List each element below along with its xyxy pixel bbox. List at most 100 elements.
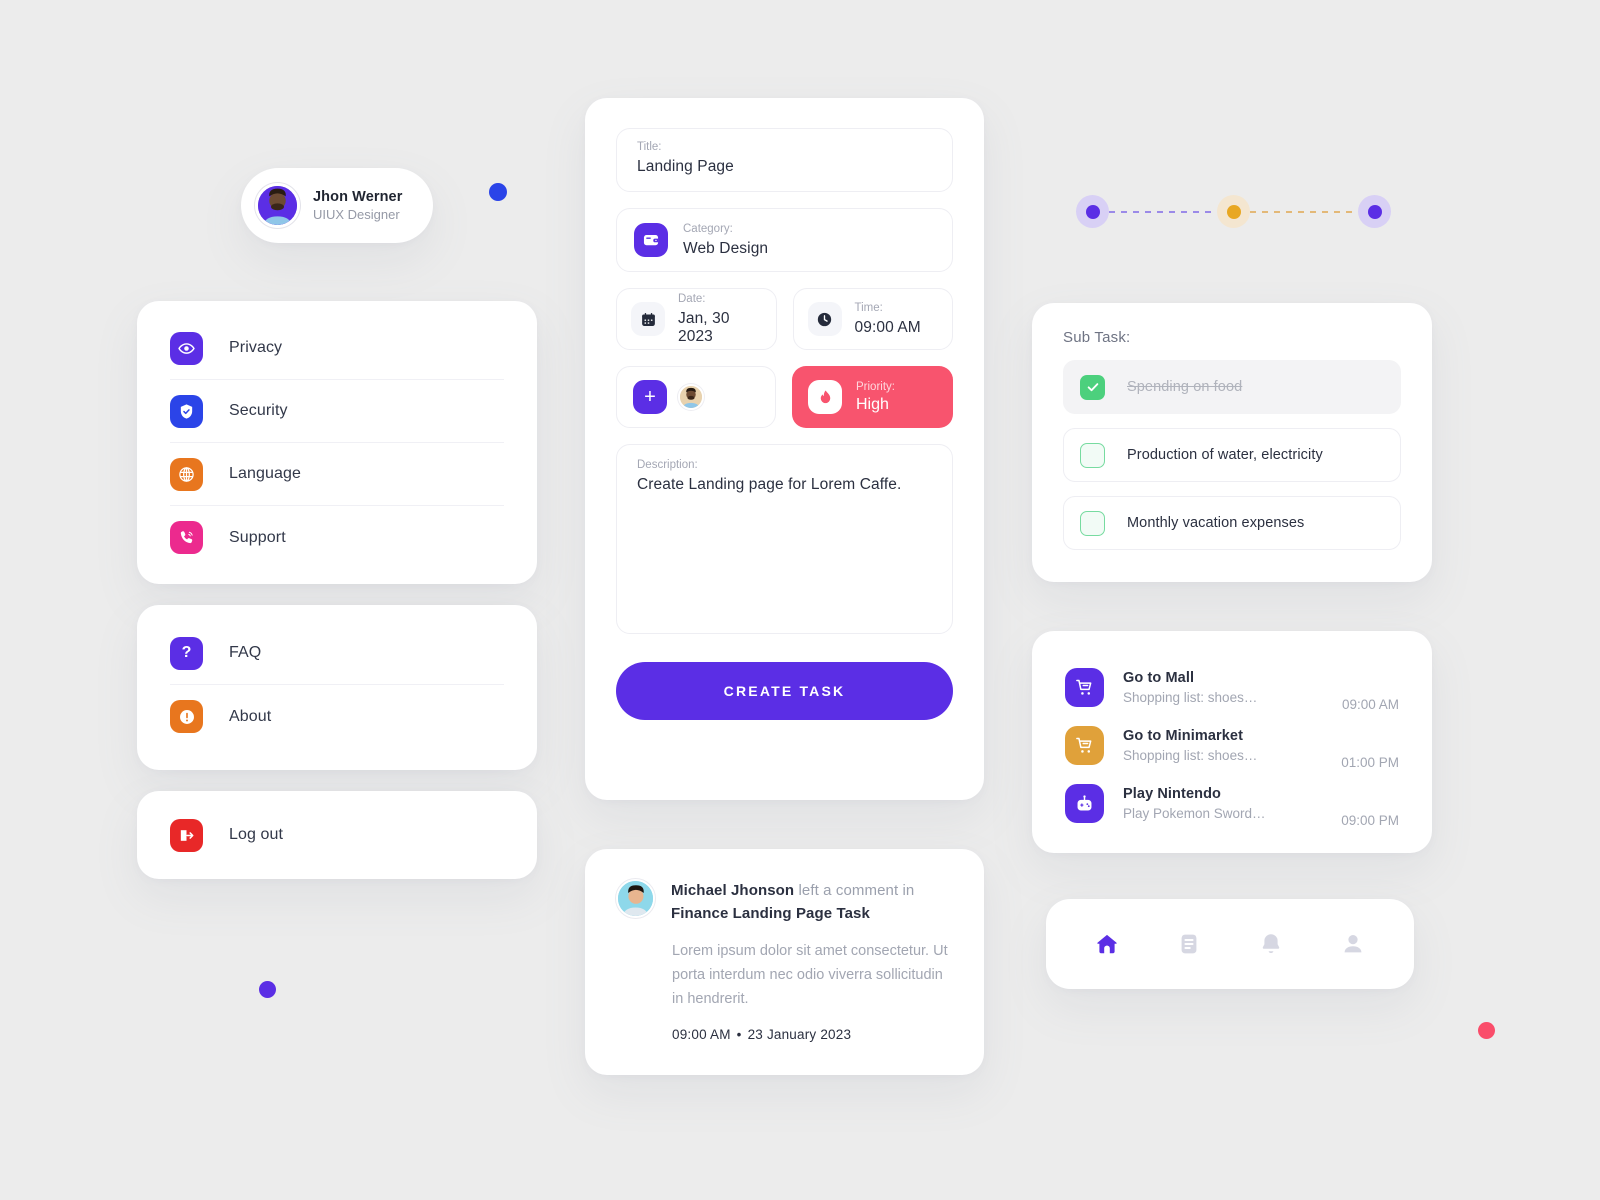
title-value: Landing Page [637,158,734,175]
activity-card: Go to Mall Shopping list: shoes… 09:00 A… [1032,631,1432,853]
profile-icon [1344,935,1362,953]
list-item-text: Go to Minimarket Shopping list: shoes… [1123,728,1322,763]
profile-name: Jhon Werner [313,189,403,205]
help-menu-card: ? FAQ About [137,605,537,770]
logout-icon [170,818,203,852]
comment-title: Michael Jhonson left a comment in Financ… [671,879,914,925]
list-item[interactable]: Play Nintendo Play Pokemon Sword… 09:00 … [1065,774,1399,832]
sidebar-item-security[interactable]: Security [170,380,504,443]
sidebar-item-faq[interactable]: ? FAQ [170,622,504,685]
cart-icon [1065,725,1104,765]
date-field[interactable]: Date: Jan, 30 2023 [616,288,777,350]
sidebar-item-logout[interactable]: Log out [170,791,504,879]
profile-pill[interactable]: Jhon Werner UIUX Designer [241,168,433,243]
activity-time: 09:00 PM [1341,813,1399,828]
bell-icon [1262,934,1280,953]
stepper-dot [1226,204,1241,219]
stepper-step-2[interactable] [1217,195,1250,228]
assignee-field[interactable]: + [616,366,776,428]
stepper-step-1[interactable] [1076,195,1109,228]
decor-dot-purple [259,981,276,998]
comment-author: Michael Jhonson [671,882,795,899]
checkbox-checked-icon[interactable] [1080,374,1105,400]
assignee-avatar [678,384,704,410]
subtask-label: Production of water, electricity [1127,447,1323,463]
comment-card: Michael Jhonson left a comment in Financ… [585,849,984,1075]
settings-menu-card: Privacy Security Language Support [137,301,537,584]
checkbox-unchecked-icon[interactable] [1080,510,1105,536]
bottom-navbar [1046,899,1414,989]
date-value: Jan, 30 2023 [678,309,730,345]
profile-role: UIUX Designer [313,207,400,222]
date-label: Date: [678,292,706,305]
info-icon [170,700,203,733]
clock-icon [807,302,842,336]
eye-icon [170,331,203,365]
activity-title: Play Nintendo [1123,785,1221,802]
description-field[interactable]: Description: Create Landing page for Lor… [616,444,953,634]
wallet-icon [634,223,668,257]
category-label: Category: [683,222,733,235]
nav-list[interactable] [1169,924,1209,964]
sidebar-item-label: Security [229,402,288,419]
shield-icon [170,394,203,428]
stepper-dot [1367,204,1382,219]
time-field[interactable]: Time: 09:00 AM [792,288,953,350]
subtask-row[interactable]: Production of water, electricity [1063,428,1401,482]
question-icon: ? [170,636,203,670]
priority-label: Priority: [856,380,895,393]
nav-profile[interactable] [1333,924,1373,964]
subtask-row[interactable]: Monthly vacation expenses [1063,496,1401,550]
list-item[interactable]: Go to Mall Shopping list: shoes… 09:00 A… [1065,658,1399,716]
description-value: Create Landing page for Lorem Caffe. [637,476,902,493]
sidebar-item-label: Privacy [229,339,283,356]
activity-subtitle: Shopping list: shoes… [1123,747,1258,763]
subtask-label: Monthly vacation expenses [1127,515,1305,531]
comment-header: Michael Jhonson left a comment in Financ… [616,879,953,925]
sidebar-item-support[interactable]: Support [170,506,504,569]
sidebar-item-label: FAQ [229,644,262,661]
activity-title: Go to Mall [1123,669,1195,686]
activity-subtitle: Play Pokemon Sword… [1123,805,1266,821]
activity-title: Go to Minimarket [1123,727,1244,744]
list-item-text: Go to Mall Shopping list: shoes… [1123,670,1323,705]
sidebar-item-language[interactable]: Language [170,443,504,506]
stepper-line-1 [1109,210,1217,213]
commenter-avatar [616,879,655,918]
stepper-line-2 [1250,210,1358,213]
gamepad-icon [1065,783,1104,823]
sidebar-item-about[interactable]: About [170,685,504,748]
nav-notifications[interactable] [1251,924,1291,964]
decor-dot-pink [1478,1022,1495,1039]
create-task-button[interactable]: CREATE TASK [616,662,953,720]
flame-icon [808,380,842,414]
title-field[interactable]: Title: Landing Page [616,128,953,192]
home-icon [1097,934,1117,954]
comment-separator: • [736,1027,742,1042]
activity-time: 09:00 AM [1341,697,1399,712]
checkbox-unchecked-icon[interactable] [1080,442,1105,468]
stepper-step-3[interactable] [1358,195,1391,228]
assignee-priority-row: + Priority: High [616,366,953,428]
comment-meta: 09:00 AM • 23 January 2023 [616,1027,953,1042]
subtask-card: Sub Task: Spending on food Production of… [1032,303,1432,582]
subtask-row[interactable]: Spending on food [1063,360,1401,414]
add-assignee-button[interactable]: + [633,380,667,414]
calendar-icon [631,302,665,336]
comment-date: 23 January 2023 [747,1027,852,1042]
commenter-avatar-icon [618,881,653,916]
stepper-dot [1085,204,1100,219]
comment-action: left a comment in [794,882,915,899]
list-item[interactable]: Go to Minimarket Shopping list: shoes… 0… [1065,716,1399,774]
date-time-row: Date: Jan, 30 2023 Time: 09:00 AM [616,288,953,350]
avatar [255,183,300,228]
description-label: Description: [637,459,698,471]
nav-home[interactable] [1087,924,1127,964]
sidebar-item-label: Language [229,465,301,482]
priority-field[interactable]: Priority: High [792,366,953,428]
comment-body: Lorem ipsum dolor sit amet consectetur. … [672,943,948,1007]
sidebar-item-label: Log out [229,826,284,843]
canvas: Jhon Werner UIUX Designer Privacy Securi… [0,0,1600,1200]
category-field[interactable]: Category: Web Design [616,208,953,272]
sidebar-item-privacy[interactable]: Privacy [170,317,504,380]
